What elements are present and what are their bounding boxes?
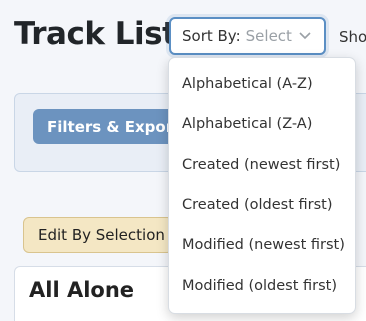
track-title[interactable]: All Alone <box>29 278 134 302</box>
sort-option-created-newest[interactable]: Created (newest first) <box>169 145 355 185</box>
sort-option-alpha-az[interactable]: Alphabetical (A-Z) <box>169 64 355 104</box>
sort-option-modified-newest[interactable]: Modified (newest first) <box>169 225 355 265</box>
sort-by-dropdown-menu: Alphabetical (A-Z) Alphabetical (Z-A) Cr… <box>168 57 356 314</box>
filters-export-button[interactable]: Filters & Export <box>33 109 183 144</box>
edit-by-selection-label: Edit By Selection <box>38 226 165 244</box>
page-title: Track List <box>14 16 177 52</box>
edit-by-selection-button[interactable]: Edit By Selection <box>23 217 173 253</box>
sort-by-label: Sort By: <box>182 27 241 45</box>
chevron-down-icon <box>299 32 311 40</box>
sort-option-modified-oldest[interactable]: Modified (oldest first) <box>169 265 355 305</box>
filters-export-label: Filters & Export <box>47 117 181 136</box>
track-list-page: Track List Sort By: Select Sho Filters &… <box>0 0 366 321</box>
sort-by-placeholder: Select <box>245 27 292 45</box>
show-label: Sho <box>339 28 366 46</box>
sort-by-select[interactable]: Sort By: Select <box>169 17 326 55</box>
sort-option-created-oldest[interactable]: Created (oldest first) <box>169 185 355 225</box>
sort-option-alpha-za[interactable]: Alphabetical (Z-A) <box>169 104 355 144</box>
